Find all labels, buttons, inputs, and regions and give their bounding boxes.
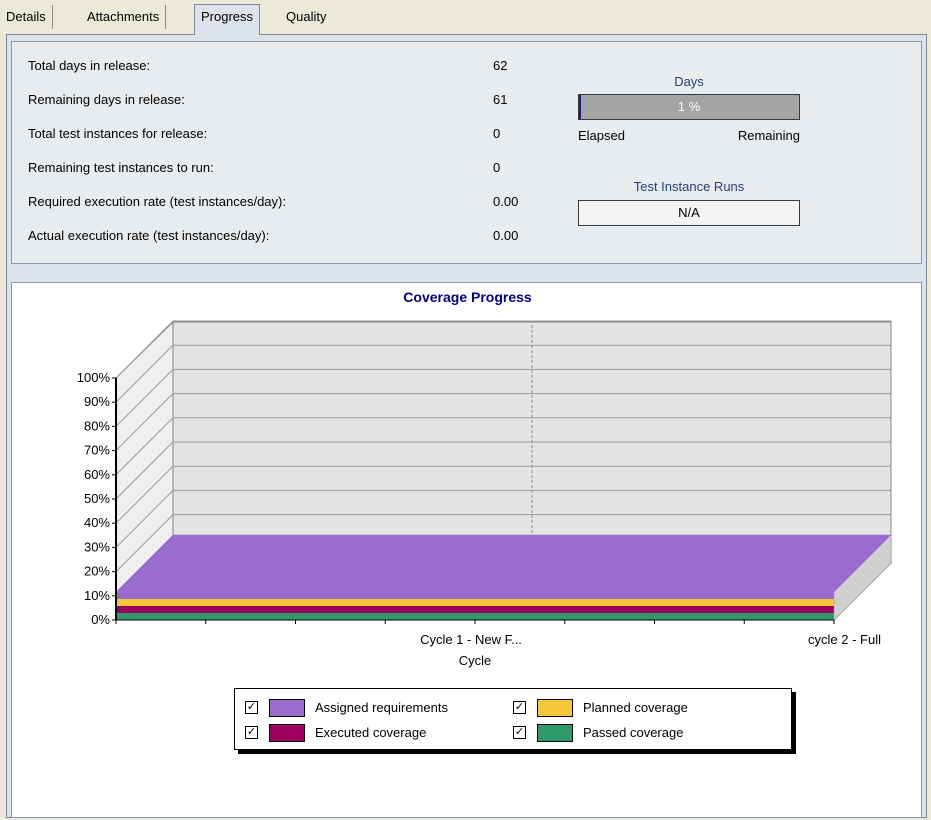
y-tick-label: 60% (84, 467, 110, 482)
y-tick-label: 30% (84, 539, 110, 554)
legend-checkbox-passed-coverage[interactable]: ✓ (513, 726, 526, 739)
y-tick-label: 100% (77, 370, 111, 385)
stat-value-required-rate: 0.00 (493, 194, 519, 209)
stat-value-remaining-test-instances: 0 (493, 160, 501, 175)
test-instance-runs-bar: N/A (578, 200, 800, 226)
chart-x-axis: Cycle 1 - New F... cycle 2 - Full (115, 619, 881, 647)
stat-label-total-test-instances: Total test instances for release: (28, 126, 208, 141)
y-tick-label: 10% (84, 588, 110, 603)
stat-value-actual-rate: 0.00 (493, 228, 519, 243)
stat-label-remaining-test-instances: Remaining test instances to run: (28, 160, 214, 175)
runs-bar-value: N/A (678, 205, 700, 220)
stat-label-actual-rate: Actual execution rate (test instances/da… (28, 228, 270, 243)
tab-details[interactable]: Details (0, 5, 53, 29)
bar-front (116, 592, 475, 599)
y-tick-label: 20% (84, 564, 110, 579)
stat-value-total-days: 62 (493, 58, 508, 73)
x-axis-label: Cycle (459, 653, 492, 668)
tab-bar: Details Attachments Progress Quality (0, 0, 931, 35)
tab-attachments[interactable]: Attachments (81, 5, 167, 29)
release-stats-panel: Total days in release: 62 Remaining days… (11, 41, 922, 264)
legend-label-assigned-requirements: Assigned requirements (315, 700, 448, 715)
x-category-label: cycle 2 - Full (808, 632, 881, 647)
chart-y-axis: 0% 10% 20% 30% 40% 50% 60% 70% 80% 90% 100% (77, 370, 117, 627)
x-category-label: Cycle 1 - New F... (420, 632, 522, 647)
legend-checkbox-assigned-requirements[interactable]: ✓ (245, 701, 258, 714)
bar-front (475, 613, 834, 620)
stat-label-required-rate: Required execution rate (test instances/… (28, 194, 286, 209)
tab-progress[interactable]: Progress (194, 4, 261, 35)
legend-swatch-planned-coverage (537, 699, 573, 717)
y-tick-label: 40% (84, 515, 110, 530)
bar-front (116, 613, 475, 620)
y-tick-label: 80% (84, 418, 110, 433)
tab-quality[interactable]: Quality (280, 5, 332, 29)
chart-legend: ✓ Assigned requirements ✓ Planned covera… (234, 688, 792, 750)
days-progress-bar: 1 % (578, 94, 800, 120)
y-tick-label: 70% (84, 443, 110, 458)
bar-top (474, 534, 892, 593)
stat-value-remaining-days: 61 (493, 92, 508, 107)
runs-bar-title: Test Instance Runs (633, 179, 745, 194)
legend-swatch-assigned-requirements (269, 699, 305, 717)
bar-front (475, 592, 834, 599)
stat-value-total-test-instances: 0 (493, 126, 501, 141)
stat-label-total-days: Total days in release: (28, 58, 151, 73)
legend-checkbox-executed-coverage[interactable]: ✓ (245, 726, 258, 739)
legend-label-planned-coverage: Planned coverage (583, 700, 688, 715)
legend-swatch-passed-coverage (537, 724, 573, 742)
legend-label-passed-coverage: Passed coverage (583, 725, 684, 740)
y-tick-label: 0% (91, 612, 110, 627)
bar-front (116, 599, 475, 606)
chart-bars (115, 534, 892, 621)
stat-label-remaining-days: Remaining days in release: (28, 92, 185, 107)
bar-top (115, 534, 533, 593)
bar-front (475, 606, 834, 613)
y-tick-label: 90% (84, 394, 110, 409)
days-bar-title: Days (674, 74, 704, 89)
bar-front (475, 599, 834, 606)
legend-swatch-executed-coverage (269, 724, 305, 742)
days-remaining-label: Remaining (737, 128, 800, 143)
bar-front (116, 606, 475, 613)
y-tick-label: 50% (84, 491, 110, 506)
legend-label-executed-coverage: Executed coverage (315, 725, 427, 740)
legend-checkbox-planned-coverage[interactable]: ✓ (513, 701, 526, 714)
coverage-chart-panel: Coverage Progress 0% 10% 20% 30% 40% 50% 60% 70… (11, 282, 922, 818)
days-progress-percent: 1 % (677, 99, 701, 114)
